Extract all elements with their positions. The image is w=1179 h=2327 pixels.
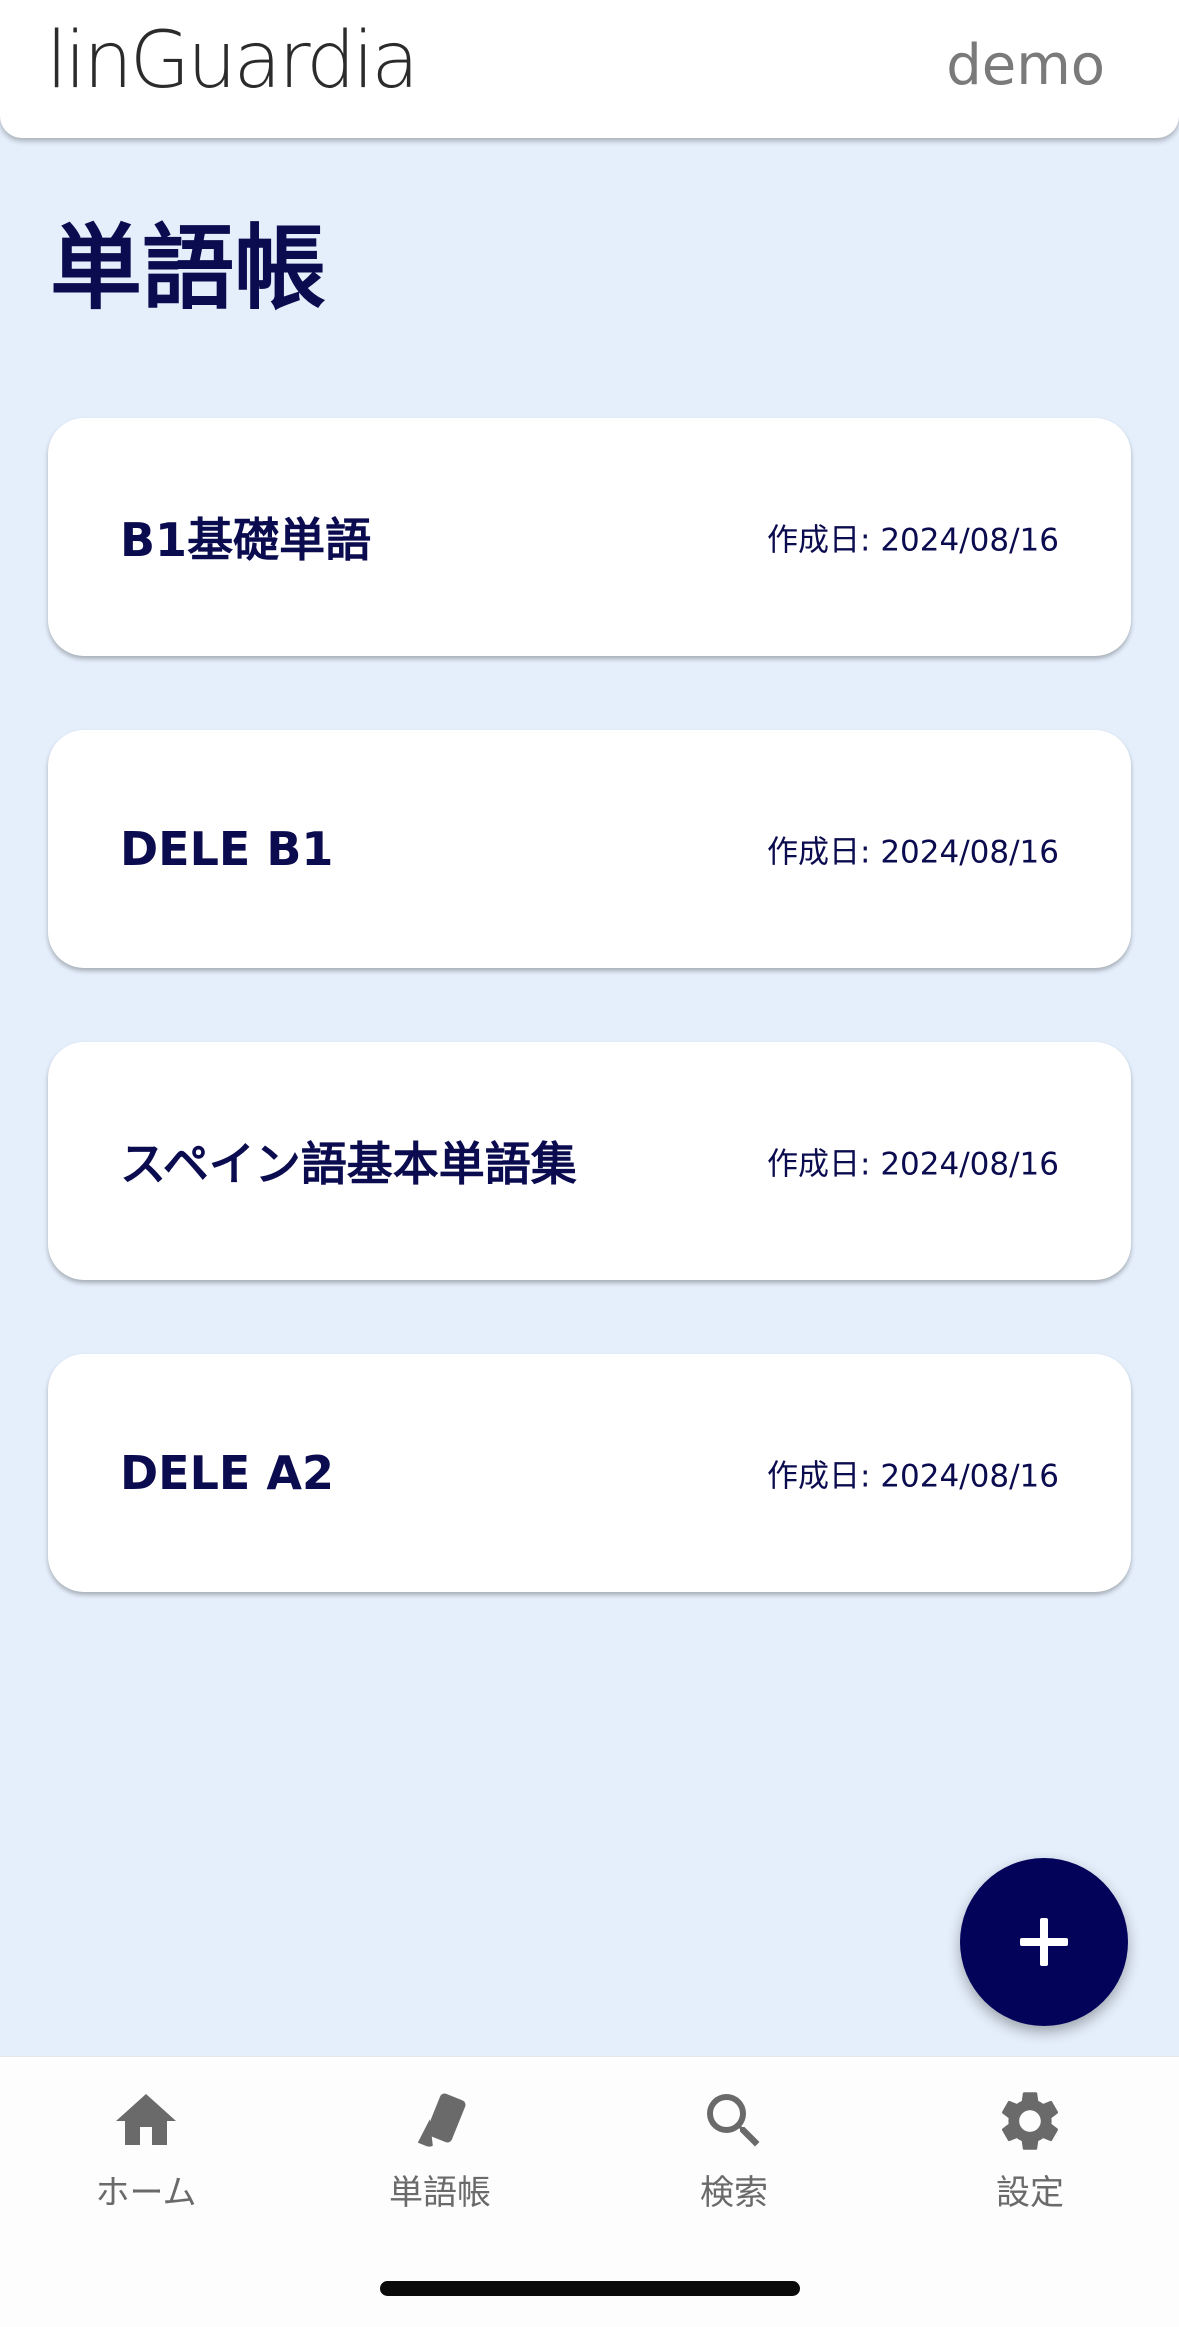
- user-name[interactable]: demo: [946, 38, 1105, 94]
- nav-item-wordbook[interactable]: 単語帳: [340, 2079, 540, 2239]
- deck-card[interactable]: DELE B1 作成日: 2024/08/16: [48, 730, 1131, 968]
- deck-name: B1基礎単語: [120, 513, 372, 567]
- nav-label-search: 検索: [700, 2173, 768, 2213]
- nav-label-home: ホーム: [95, 2173, 197, 2213]
- page-title: 単語帳: [50, 215, 327, 322]
- deck-name: DELE A2: [120, 1446, 334, 1500]
- cards-icon: [417, 2093, 466, 2147]
- deck-name: スペイン語基本単語集: [120, 1137, 577, 1191]
- deck-created-date: 作成日: 2024/08/16: [767, 1146, 1059, 1183]
- deck-card[interactable]: スペイン語基本単語集 作成日: 2024/08/16: [48, 1042, 1131, 1280]
- deck-created-date: 作成日: 2024/08/16: [767, 1458, 1059, 1495]
- add-deck-button[interactable]: [960, 1858, 1128, 2026]
- deck-card[interactable]: DELE A2 作成日: 2024/08/16: [48, 1354, 1131, 1592]
- nav-item-settings[interactable]: 設定: [930, 2079, 1130, 2239]
- gear-icon: [1001, 2092, 1059, 2150]
- home-icon: [116, 2094, 176, 2145]
- deck-created-date: 作成日: 2024/08/16: [767, 834, 1059, 871]
- nav-label-wordbook: 単語帳: [389, 2173, 491, 2213]
- app-header: linGuardia demo: [0, 0, 1179, 138]
- app-logo[interactable]: linGuardia: [46, 22, 419, 100]
- deck-card[interactable]: B1基礎単語 作成日: 2024/08/16: [48, 418, 1131, 656]
- nav-item-search[interactable]: 検索: [634, 2079, 834, 2239]
- plus-icon: [1020, 1918, 1068, 1966]
- deck-created-date: 作成日: 2024/08/16: [767, 522, 1059, 559]
- search-icon: [707, 2094, 760, 2147]
- deck-name: DELE B1: [120, 822, 334, 876]
- deck-list: B1基礎単語 作成日: 2024/08/16 DELE B1 作成日: 2024…: [48, 418, 1131, 1666]
- nav-item-home[interactable]: ホーム: [46, 2079, 246, 2239]
- nav-label-settings: 設定: [996, 2173, 1064, 2213]
- home-indicator[interactable]: [380, 2281, 800, 2296]
